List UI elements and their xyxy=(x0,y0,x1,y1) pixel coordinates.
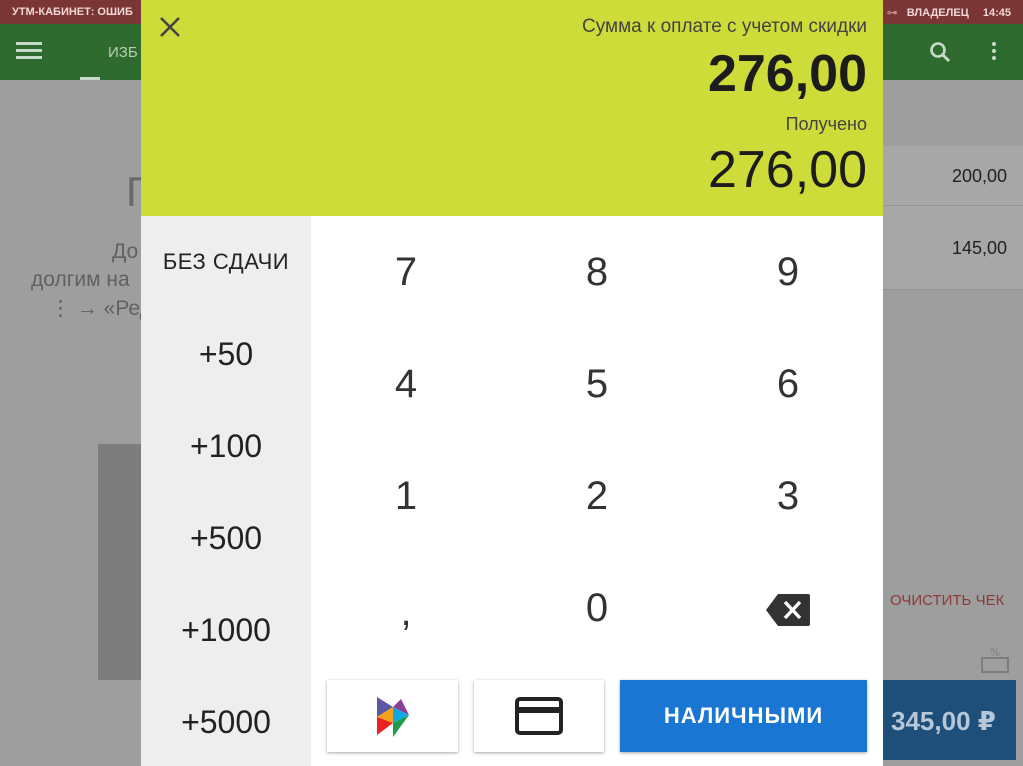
sbp-logo-icon xyxy=(376,697,409,737)
status-message: УТМ-КАБИНЕТ: ОШИБ xyxy=(12,6,133,18)
key-8[interactable]: 8 xyxy=(502,216,692,328)
exact-amount-button[interactable]: БЕЗ СДАЧИ xyxy=(141,222,311,302)
received-label: Получено xyxy=(785,114,867,134)
status-right: ⊶ ВЛАДЕЛЕЦ 14:45 xyxy=(887,6,1011,19)
key-3[interactable]: 3 xyxy=(693,440,883,552)
sbp-pay-button[interactable] xyxy=(327,680,458,752)
search-icon[interactable] xyxy=(928,40,952,64)
tab-indicator xyxy=(80,77,100,80)
clear-receipt-button[interactable]: ОЧИСТИТЬ ЧЕК xyxy=(890,592,1004,609)
key-comma[interactable]: , xyxy=(311,556,501,668)
receipt-row[interactable]: 200,00 xyxy=(883,146,1023,206)
checkout-total-button[interactable]: 345,00 ₽ xyxy=(883,680,1016,760)
close-icon[interactable] xyxy=(155,12,185,42)
key-9[interactable]: 9 xyxy=(693,216,883,328)
empty-state-line-2: долгим на xyxy=(31,268,130,291)
receipt-row[interactable]: 145,00 xyxy=(883,206,1023,290)
add-50-button[interactable]: +50 xyxy=(141,314,311,394)
discount-icon[interactable]: % xyxy=(980,646,1010,674)
backspace-key[interactable] xyxy=(693,552,883,664)
empty-state-line-1: До xyxy=(112,240,139,263)
add-5000-button[interactable]: +5000 xyxy=(141,682,311,762)
clock: 14:45 xyxy=(982,7,1011,19)
tab-favorites[interactable]: ИЗБ xyxy=(108,44,138,61)
add-500-button[interactable]: +500 xyxy=(141,498,311,578)
key-icon: ⊶ xyxy=(886,7,898,19)
receipt-row-amount: 200,00 xyxy=(951,166,1007,186)
key-0[interactable]: 0 xyxy=(502,552,692,664)
receipt-row-amount: 145,00 xyxy=(951,238,1007,258)
cash-pay-button[interactable]: НАЛИЧНЫМИ xyxy=(620,680,867,752)
add-100-button[interactable]: +100 xyxy=(141,406,311,486)
menu-icon[interactable] xyxy=(16,38,42,64)
key-2[interactable]: 2 xyxy=(502,440,692,552)
received-value: 276,00 xyxy=(707,141,867,199)
backspace-icon xyxy=(766,594,810,627)
add-1000-button[interactable]: +1000 xyxy=(141,590,311,670)
amount-due-label: Сумма к оплате с учетом скидки xyxy=(582,16,867,37)
key-4[interactable]: 4 xyxy=(311,328,501,440)
key-7[interactable]: 7 xyxy=(311,216,501,328)
bottle-illustration xyxy=(98,444,142,680)
more-vert-icon[interactable] xyxy=(992,40,998,63)
payment-dialog: Сумма к оплате с учетом скидки 276,00 По… xyxy=(141,0,883,766)
key-1[interactable]: 1 xyxy=(311,440,501,552)
key-5[interactable]: 5 xyxy=(502,328,692,440)
user-role: ВЛАДЕЛЕЦ xyxy=(906,7,969,19)
amount-due-value: 276,00 xyxy=(707,45,867,103)
card-pay-button[interactable] xyxy=(474,680,604,752)
svg-text:%: % xyxy=(990,646,1000,659)
numeric-keypad: 7 8 9 4 5 6 1 2 3 , 0 xyxy=(311,216,883,666)
quick-amount-column: БЕЗ СДАЧИ +50 +100 +500 +1000 +5000 xyxy=(141,216,311,766)
credit-card-icon xyxy=(515,697,563,735)
payment-header: Сумма к оплате с учетом скидки 276,00 По… xyxy=(141,0,883,216)
key-6[interactable]: 6 xyxy=(693,328,883,440)
